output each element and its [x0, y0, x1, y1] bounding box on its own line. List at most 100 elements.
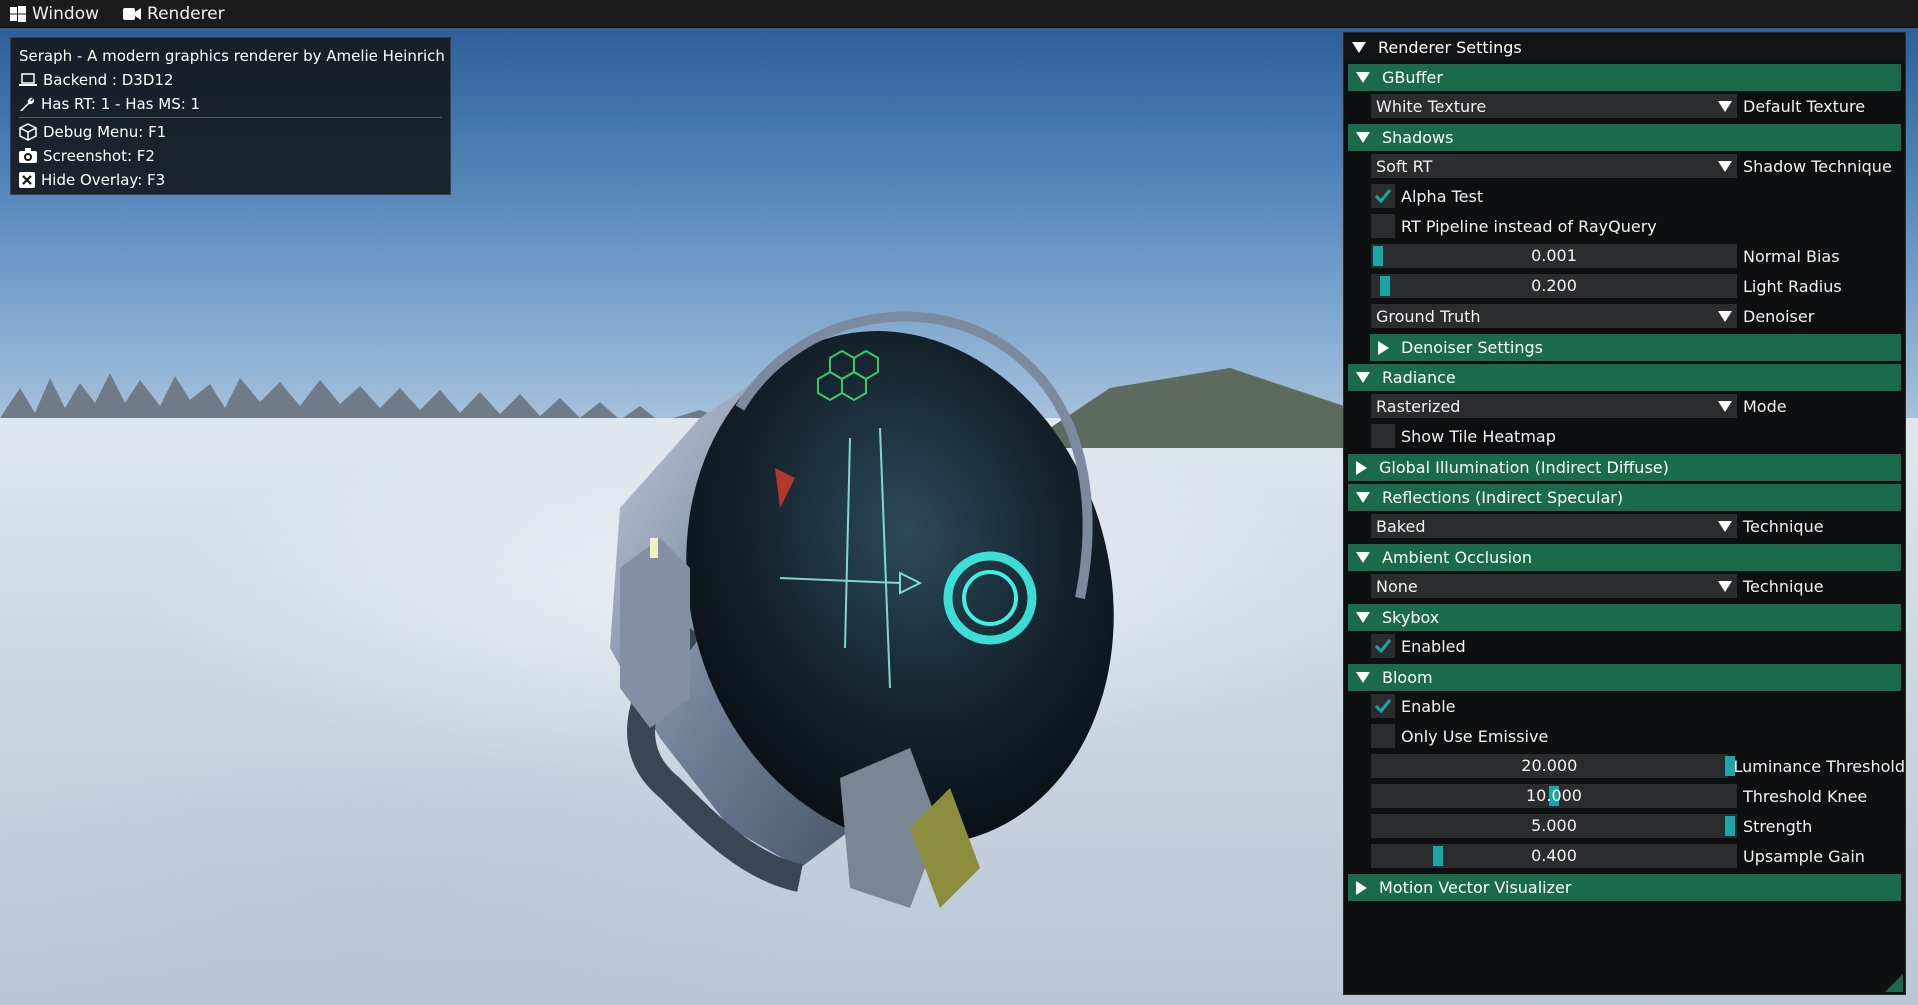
tile-heatmap-checkbox[interactable] — [1371, 424, 1395, 448]
bloom-enable-label: Enable — [1401, 696, 1456, 716]
video-camera-icon — [123, 7, 142, 20]
debug-menu-hint: Debug Menu: F1 — [43, 123, 167, 141]
light-radius-slider[interactable]: 0.200 — [1371, 274, 1737, 298]
rt-pipeline-checkbox[interactable] — [1371, 214, 1395, 238]
dropdown-arrow-icon[interactable] — [1713, 94, 1737, 118]
radiance-mode-row: Rasterized Mode — [1371, 391, 1905, 421]
reflections-header[interactable]: Reflections (Indirect Specular) — [1348, 484, 1901, 511]
default-texture-combo[interactable]: White Texture — [1371, 94, 1737, 118]
motion-vector-header[interactable]: Motion Vector Visualizer — [1348, 874, 1901, 901]
renderer-menu-label: Renderer — [147, 3, 225, 24]
ao-technique-label: Technique — [1743, 576, 1824, 596]
denoiser-label: Denoiser — [1743, 306, 1815, 326]
gi-header[interactable]: Global Illumination (Indirect Diffuse) — [1348, 454, 1901, 481]
screenshot-hint: Screenshot: F2 — [43, 147, 155, 165]
panel-title-bar[interactable]: Renderer Settings — [1344, 33, 1905, 61]
bloom-emissive-checkbox[interactable] — [1371, 724, 1395, 748]
overlay-separator — [19, 117, 442, 118]
collapsed-arrow-icon — [1356, 880, 1367, 895]
checkmark-icon — [1374, 639, 1392, 654]
upsample-gain-label: Upsample Gain — [1743, 846, 1865, 866]
normal-bias-value: 0.001 — [1531, 246, 1577, 265]
menu-bar: Window Renderer — [0, 0, 1918, 28]
luminance-threshold-slider[interactable]: 20.000 — [1371, 754, 1735, 778]
shadows-header[interactable]: Shadows — [1348, 124, 1901, 151]
bloom-enable-checkbox[interactable] — [1371, 694, 1395, 718]
threshold-knee-slider[interactable]: 10.000 — [1371, 784, 1737, 808]
ao-technique-value: None — [1376, 576, 1418, 596]
normal-bias-label: Normal Bias — [1743, 246, 1840, 266]
dropdown-arrow-icon[interactable] — [1713, 574, 1737, 598]
bloom-header[interactable]: Bloom — [1348, 664, 1901, 691]
shadow-technique-value: Soft RT — [1376, 156, 1433, 176]
hide-overlay-hint: Hide Overlay: F3 — [41, 171, 166, 189]
tile-heatmap-row: Show Tile Heatmap — [1371, 421, 1905, 451]
renderer-settings-window: Renderer Settings GBuffer White Texture … — [1343, 32, 1906, 995]
expanded-arrow-icon — [1356, 132, 1370, 143]
cube-icon — [19, 123, 37, 141]
bloom-header-label: Bloom — [1382, 668, 1433, 687]
scifi-helmet-model — [610, 311, 1114, 908]
bloom-strength-row: 5.000 Strength — [1371, 811, 1905, 841]
renderer-menu[interactable]: Renderer — [113, 0, 239, 27]
radiance-mode-combo[interactable]: Rasterized — [1371, 394, 1737, 418]
ao-technique-combo[interactable]: None — [1371, 574, 1737, 598]
gbuffer-header[interactable]: GBuffer — [1348, 64, 1901, 91]
collapse-arrow-icon[interactable] — [1352, 41, 1366, 53]
denoiser-row: Ground Truth Denoiser — [1371, 301, 1905, 331]
expanded-arrow-icon — [1356, 672, 1370, 683]
shadow-technique-combo[interactable]: Soft RT — [1371, 154, 1737, 178]
upsample-gain-slider[interactable]: 0.400 — [1371, 844, 1737, 868]
threshold-knee-value: 10.000 — [1526, 786, 1582, 805]
threshold-knee-row: 10.000 Threshold Knee — [1371, 781, 1905, 811]
normal-bias-row: 0.001 Normal Bias — [1371, 241, 1905, 271]
skybox-header-label: Skybox — [1382, 608, 1440, 627]
rt-pipeline-row: RT Pipeline instead of RayQuery — [1371, 211, 1905, 241]
laptop-icon — [19, 73, 37, 86]
dropdown-arrow-icon[interactable] — [1713, 304, 1737, 328]
alpha-test-row: Alpha Test — [1371, 181, 1905, 211]
reflections-technique-row: Baked Technique — [1371, 511, 1905, 541]
light-radius-row: 0.200 Light Radius — [1371, 271, 1905, 301]
denoiser-settings-label: Denoiser Settings — [1401, 338, 1544, 357]
dropdown-arrow-icon[interactable] — [1713, 154, 1737, 178]
radiance-mode-label: Mode — [1743, 396, 1787, 416]
denoiser-settings-header[interactable]: Denoiser Settings — [1370, 334, 1901, 361]
windows-icon — [10, 5, 26, 22]
window-resize-grip[interactable] — [1885, 974, 1903, 992]
backend-text: Backend : D3D12 — [43, 71, 174, 89]
skybox-enabled-checkbox[interactable] — [1371, 634, 1395, 658]
reflections-technique-combo[interactable]: Baked — [1371, 514, 1737, 538]
default-texture-value: White Texture — [1376, 96, 1487, 116]
luminance-threshold-row: 20.000 Luminance Threshold — [1371, 751, 1905, 781]
bloom-strength-slider[interactable]: 5.000 — [1371, 814, 1737, 838]
reflections-header-label: Reflections (Indirect Specular) — [1382, 488, 1624, 507]
wrench-icon — [20, 97, 35, 111]
collapsed-arrow-icon — [1378, 340, 1389, 355]
skybox-header[interactable]: Skybox — [1348, 604, 1901, 631]
dropdown-arrow-icon[interactable] — [1713, 514, 1737, 538]
denoiser-combo[interactable]: Ground Truth — [1371, 304, 1737, 328]
collapsed-arrow-icon — [1356, 460, 1367, 475]
denoiser-value: Ground Truth — [1376, 306, 1481, 326]
threshold-knee-label: Threshold Knee — [1743, 786, 1868, 806]
bloom-strength-label: Strength — [1743, 816, 1813, 836]
reflections-technique-value: Baked — [1376, 516, 1426, 536]
ao-header[interactable]: Ambient Occlusion — [1348, 544, 1901, 571]
alpha-test-checkbox[interactable] — [1371, 184, 1395, 208]
dropdown-arrow-icon[interactable] — [1713, 394, 1737, 418]
normal-bias-slider[interactable]: 0.001 — [1371, 244, 1737, 268]
upsample-gain-value: 0.400 — [1531, 846, 1577, 865]
checkmark-icon — [1374, 699, 1392, 714]
shadow-technique-row: Soft RT Shadow Technique — [1371, 151, 1905, 181]
bloom-emissive-label: Only Use Emissive — [1401, 726, 1549, 746]
capabilities-text: Has RT: 1 - Has MS: 1 — [41, 95, 201, 113]
window-menu[interactable]: Window — [0, 0, 113, 27]
light-radius-label: Light Radius — [1743, 276, 1842, 296]
window-menu-label: Window — [32, 3, 100, 24]
shadow-technique-label: Shadow Technique — [1743, 156, 1892, 176]
tile-heatmap-label: Show Tile Heatmap — [1401, 426, 1556, 446]
motion-vector-header-label: Motion Vector Visualizer — [1379, 878, 1572, 897]
checkmark-icon — [1374, 189, 1392, 204]
radiance-header[interactable]: Radiance — [1348, 364, 1901, 391]
